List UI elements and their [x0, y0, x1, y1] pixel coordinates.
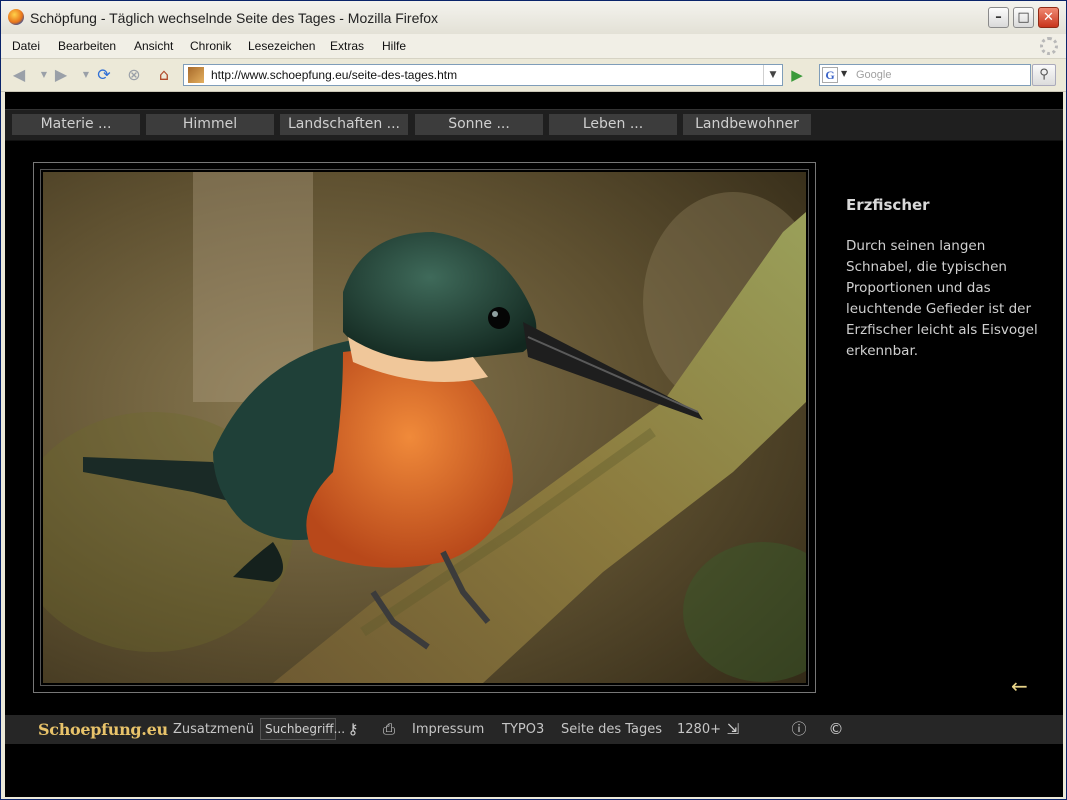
back-icon[interactable]: ◀ [10, 66, 28, 84]
footer-impressum-link[interactable]: Impressum [412, 722, 484, 737]
go-icon[interactable]: ▶ [786, 64, 808, 86]
site-footer: Schoepfung.eu Zusatzmenü Suchbegriff... … [5, 715, 1063, 744]
key-icon[interactable]: ⚷ [343, 720, 363, 738]
search-box[interactable]: G ▼ Google [819, 64, 1031, 86]
menu-lesezeichen[interactable]: Lesezeichen [248, 39, 315, 53]
footer-typo3-link[interactable]: TYPO3 [502, 722, 544, 737]
copyright-icon[interactable]: © [826, 720, 846, 738]
search-engine-chevron-icon[interactable]: ▼ [841, 69, 847, 78]
page-content: Materie ... Himmel Landschaften ... Sonn… [5, 92, 1063, 797]
footer-search-value: Suchbegriff... [265, 722, 346, 736]
nav-landbewohner[interactable]: Landbewohner [683, 114, 811, 135]
nav-materie[interactable]: Materie ... [12, 114, 140, 135]
window-title: Schöpfung - Täglich wechselnde Seite des… [30, 10, 439, 26]
nav-sonne[interactable]: Sonne ... [415, 114, 543, 135]
footer-search-input[interactable]: Suchbegriff... [260, 718, 345, 740]
menu-extras[interactable]: Extras [330, 39, 364, 53]
url-text: http://www.schoepfung.eu/seite-des-tages… [211, 68, 458, 82]
article-text: Durch seinen langen Schnabel, die typisc… [846, 238, 1038, 359]
menu-chronik[interactable]: Chronik [190, 39, 231, 53]
maximize-button[interactable]: □ [1013, 7, 1034, 28]
menu-bar: Datei Bearbeiten Ansicht Chronik Lesezei… [1, 34, 1066, 59]
footer-seite-des-tages-link[interactable]: Seite des Tages [561, 722, 662, 737]
menu-hilfe[interactable]: Hilfe [382, 39, 406, 53]
search-placeholder: Google [856, 69, 892, 81]
forward-icon[interactable]: ▶ [52, 66, 70, 84]
url-history-chevron-icon[interactable]: ▼ [763, 65, 782, 85]
maximize-icon: □ [1017, 10, 1030, 25]
search-engine-icon[interactable]: G [822, 67, 838, 83]
reload-icon[interactable]: ⟳ [95, 66, 113, 84]
back-arrow-icon[interactable]: ← [1011, 674, 1028, 698]
menu-datei[interactable]: Datei [12, 39, 40, 53]
home-icon[interactable]: ⌂ [155, 66, 173, 84]
menu-ansicht[interactable]: Ansicht [134, 39, 173, 53]
stop-icon[interactable]: ⊗ [125, 66, 143, 84]
footer-zusatzmenu-link[interactable]: Zusatzmenü [173, 722, 254, 737]
browser-window: Schöpfung - Täglich wechselnde Seite des… [0, 0, 1067, 800]
back-history-chevron-icon[interactable]: ▼ [35, 66, 53, 84]
nav-landschaften[interactable]: Landschaften ... [280, 114, 408, 135]
site-logo[interactable]: Schoepfung.eu [38, 720, 168, 739]
print-icon[interactable]: ⎙ [379, 720, 399, 738]
search-icon[interactable]: ⚲ [1032, 64, 1056, 86]
throbber-icon [1040, 37, 1058, 55]
close-button[interactable]: ✕ [1038, 7, 1059, 28]
nav-leben[interactable]: Leben ... [549, 114, 677, 135]
address-bar[interactable]: http://www.schoepfung.eu/seite-des-tages… [183, 64, 783, 86]
resize-icon[interactable]: ⇲ [723, 720, 743, 738]
info-icon[interactable]: ⓘ [789, 720, 809, 738]
forward-history-chevron-icon[interactable]: ▼ [77, 66, 95, 84]
nav-himmel[interactable]: Himmel [146, 114, 274, 135]
kingfisher-photo [43, 172, 806, 683]
title-bar: Schöpfung - Täglich wechselnde Seite des… [1, 1, 1066, 35]
close-icon: ✕ [1043, 10, 1054, 25]
menu-bearbeiten[interactable]: Bearbeiten [58, 39, 116, 53]
site-favicon-icon [188, 67, 204, 83]
article-title: Erzfischer [846, 196, 930, 214]
minimize-button[interactable]: – [988, 7, 1009, 28]
site-navigation: Materie ... Himmel Landschaften ... Sonn… [5, 109, 1063, 141]
minimize-icon: – [995, 10, 1002, 25]
footer-resolution-link[interactable]: 1280+ [677, 722, 721, 737]
firefox-icon [8, 9, 24, 25]
